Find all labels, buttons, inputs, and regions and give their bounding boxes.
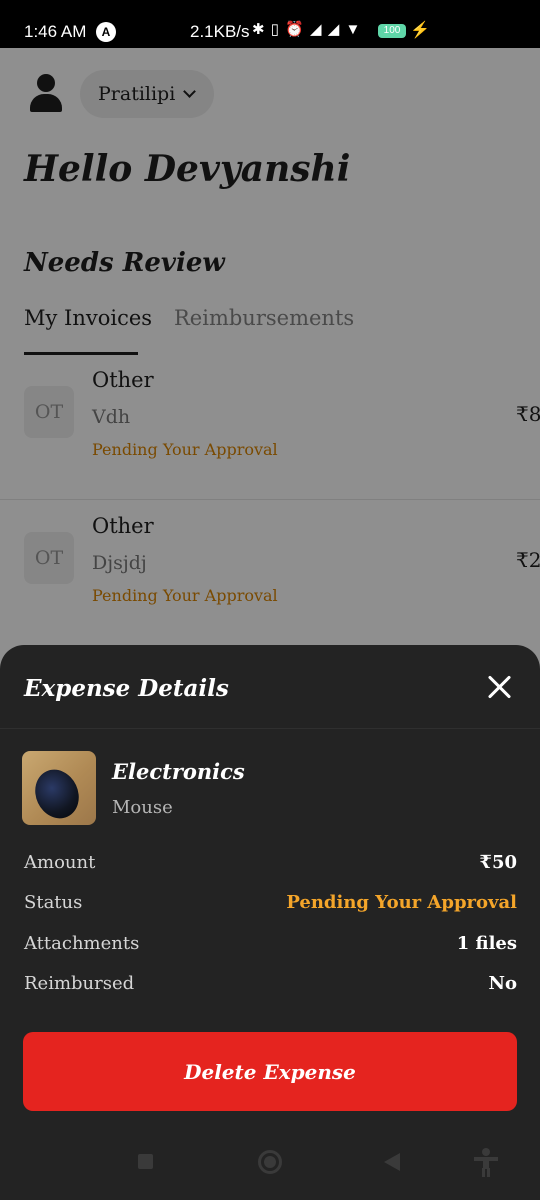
category-badge: OT [24, 532, 74, 584]
close-icon[interactable] [486, 673, 514, 701]
system-nav-bar [0, 1138, 540, 1200]
detail-label: Attachments [24, 933, 140, 954]
detail-row-attachments: Attachments 1 files [24, 933, 517, 959]
system-status-icons: ✱ ▯ ⏰ ◢ ◢ ▼ [252, 20, 361, 38]
avatar-head [37, 74, 55, 92]
tab-reimbursements[interactable]: Reimbursements [174, 306, 354, 330]
invoice-status: Pending Your Approval [92, 440, 278, 459]
status-badge: Pending Your Approval [286, 892, 517, 913]
alarm-icon: ⏰ [285, 21, 305, 38]
attachments-link[interactable]: 1 files [457, 933, 517, 954]
avatar[interactable] [28, 74, 64, 114]
wifi-icon: ▼ [345, 21, 362, 38]
divider [0, 728, 540, 729]
organization-selector[interactable]: Pratilipi [80, 70, 215, 118]
list-item[interactable]: OT Other Djsjdj Pending Your Approval ₹2 [0, 500, 540, 646]
vibrate-icon: ▯ [270, 21, 281, 38]
recent-apps-icon[interactable] [138, 1154, 153, 1169]
invoice-status: Pending Your Approval [92, 586, 278, 605]
detail-row-status: Status Pending Your Approval [24, 892, 517, 918]
back-icon[interactable] [384, 1153, 400, 1171]
organization-name: Pratilipi [98, 83, 176, 105]
detail-row-amount: Amount ₹50 [24, 852, 517, 878]
invoice-type: Other [92, 514, 154, 538]
section-title: Needs Review [24, 248, 225, 278]
detail-label: Reimbursed [24, 973, 135, 994]
expense-item: Mouse [112, 797, 173, 818]
signal-icon: ◢ [327, 21, 341, 38]
invoice-amount: ₹2 [516, 548, 540, 572]
detail-label: Status [24, 892, 83, 913]
invoice-description: Vdh [92, 406, 131, 428]
detail-label: Amount [24, 852, 96, 873]
detail-value: No [488, 973, 517, 994]
mouse-photo [27, 762, 87, 825]
expense-thumbnail[interactable] [22, 751, 96, 825]
status-bar: 1:46 AM A 2.1KB/s ✱ ▯ ⏰ ◢ ◢ ▼ 100 ⚡ [0, 0, 540, 48]
app-notification-icon: A [96, 22, 116, 42]
detail-row-reimbursed: Reimbursed No [24, 973, 517, 999]
bluetooth-icon: ✱ [252, 21, 266, 38]
charging-icon: ⚡ [410, 22, 430, 39]
accessibility-icon[interactable] [474, 1148, 498, 1177]
expense-category: Electronics [112, 759, 245, 784]
home-icon[interactable] [258, 1150, 282, 1174]
invoice-description: Djsjdj [92, 552, 147, 574]
list-item[interactable]: OT Other Vdh Pending Your Approval ₹8 [0, 354, 540, 500]
status-time: 1:46 AM [24, 22, 87, 41]
signal-icon: ◢ [310, 21, 323, 38]
network-speed: 2.1KB/s [190, 22, 250, 41]
page-title: Hello Devyanshi [24, 148, 351, 190]
chevron-down-icon [183, 84, 197, 98]
invoice-type: Other [92, 368, 154, 392]
avatar-body [30, 94, 62, 112]
category-badge: OT [24, 386, 74, 438]
tab-my-invoices[interactable]: My Invoices [24, 306, 152, 330]
delete-expense-button[interactable]: Delete Expense [23, 1032, 517, 1111]
detail-value: ₹50 [479, 852, 517, 873]
expense-details-sheet: Expense Details Electronics Mouse Amount… [0, 645, 540, 1200]
sheet-title: Expense Details [24, 675, 229, 702]
invoice-amount: ₹8 [516, 402, 540, 426]
battery-icon: 100 [378, 24, 406, 38]
